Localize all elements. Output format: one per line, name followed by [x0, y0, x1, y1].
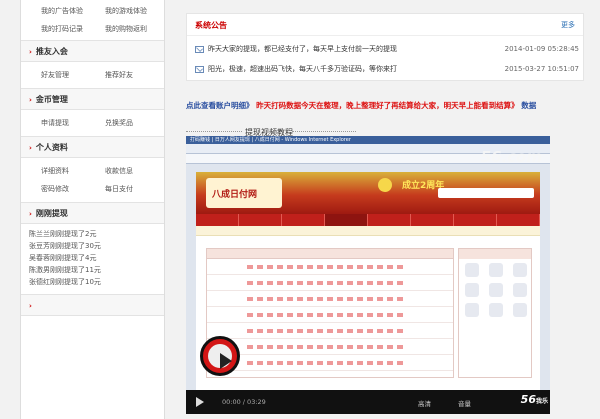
play-icon[interactable] [200, 336, 240, 376]
link-payment-info[interactable]: 收款信息 [105, 162, 169, 180]
scrolling-notice[interactable]: 点此查看账户明细》 昨天打码数据今天在整理，晚上整理好了再结算给大家，明天早上能… [186, 98, 586, 114]
video-watermark: 56.com [480, 148, 542, 166]
video-screen[interactable]: 打码赚钱 | 日万人网友提现 | 八成日付网 - Windows Interne… [186, 136, 550, 390]
link-shopping-rebate[interactable]: 我的购物返利 [105, 20, 169, 38]
site-logo: 八成日付网 [206, 178, 282, 208]
link-redeem[interactable]: 兑换奖品 [105, 114, 169, 132]
divider [292, 131, 356, 132]
hd-toggle[interactable]: 高清 [418, 398, 431, 408]
account-detail-link[interactable]: 点此查看账户明细》 [186, 101, 254, 110]
section-footer: › [21, 294, 164, 316]
section-header-coins[interactable]: › 金币管理 [21, 88, 164, 110]
account-links: 我的广告体验 我的游戏体验 我的打码记录 我的购物返利 [21, 0, 164, 38]
site-table [206, 248, 454, 378]
site-strip [196, 226, 540, 236]
login-box [438, 188, 534, 198]
player-controls: 00:00 / 03:29 高清 音量 56我乐 [186, 390, 550, 414]
site-side-panel [458, 248, 532, 378]
section-header-profile[interactable]: › 个人资料 [21, 136, 164, 158]
more-link[interactable]: 更多 [561, 20, 575, 30]
feed-item: 吴春蓉刚刚提现了4元 [29, 254, 97, 262]
link-withdraw[interactable]: 申请提现 [41, 114, 105, 132]
feed-item: 张豆芳刚刚提现了30元 [29, 242, 101, 250]
arrow-icon: › [29, 210, 32, 218]
volume-control[interactable]: 音量 [458, 398, 471, 408]
site-nav [196, 214, 540, 226]
link-ad-experience[interactable]: 我的广告体验 [41, 2, 105, 20]
play-button-icon[interactable] [196, 397, 204, 407]
announcement-title: 系统公告 [195, 21, 227, 30]
arrow-icon: › [29, 96, 32, 104]
link-daily-payment[interactable]: 每日支付 [105, 180, 169, 198]
link-game-experience[interactable]: 我的游戏体验 [105, 2, 169, 20]
sun-icon [378, 178, 392, 192]
link-recommend-friend[interactable]: 推荐好友 [105, 66, 169, 84]
withdrawal-feed: 陈兰兰刚刚提现了2元 张豆芳刚刚提现了30元 吴春蓉刚刚提现了4元 陈激男刚刚提… [21, 224, 164, 288]
feed-item: 陈激男刚刚提现了11元 [29, 266, 101, 274]
feed-item: 张德红刚刚提现了10元 [29, 278, 101, 286]
browser-titlebar: 打码赚钱 | 日万人网友提现 | 八成日付网 - Windows Interne… [186, 136, 550, 144]
announcement-item[interactable]: 昨天大家的提现，都已经支付了，每天早上支付前一天的提现 2014-01-09 05… [195, 42, 579, 56]
section-header-recent-withdrawals: › 刚刚提现 [21, 202, 164, 224]
announcement-item[interactable]: 阳光，极速，超速出码飞快，每天八千多万验证码，等你来打 2015-03-27 10… [195, 62, 579, 76]
announcement-box: 系统公告 更多 昨天大家的提现，都已经支付了，每天早上支付前一天的提现 2014-… [186, 13, 584, 81]
link-captcha-records[interactable]: 我的打码记录 [41, 20, 105, 38]
site-banner: 八成日付网 成立2周年 [196, 172, 540, 214]
link-friend-manage[interactable]: 好友管理 [41, 66, 105, 84]
sidebar: 我的广告体验 我的游戏体验 我的打码记录 我的购物返利 › 推友入会 好友管理 推… [20, 0, 165, 419]
announcement-date: 2014-01-09 05:28:45 [504, 45, 579, 53]
feed-item: 陈兰兰刚刚提现了2元 [29, 230, 97, 238]
section-header-friends[interactable]: › 推友入会 [21, 40, 164, 62]
link-profile-detail[interactable]: 详细资料 [41, 162, 105, 180]
announcement-date: 2015-03-27 10:51:07 [504, 65, 579, 73]
divider [186, 131, 242, 132]
page-scrollbar[interactable] [592, 0, 600, 419]
mail-icon [195, 45, 204, 53]
arrow-icon: › [29, 48, 32, 56]
arrow-icon: › [29, 144, 32, 152]
arrow-icon: › [29, 302, 32, 310]
player-brand-logo: 56我乐 [520, 393, 548, 406]
link-change-password[interactable]: 密码修改 [41, 180, 105, 198]
video-player[interactable]: 打码赚钱 | 日万人网友提现 | 八成日付网 - Windows Interne… [186, 136, 550, 414]
time-display: 00:00 / 03:29 [222, 398, 266, 406]
mail-icon [195, 65, 204, 73]
embedded-site: 八成日付网 成立2周年 [196, 172, 540, 390]
